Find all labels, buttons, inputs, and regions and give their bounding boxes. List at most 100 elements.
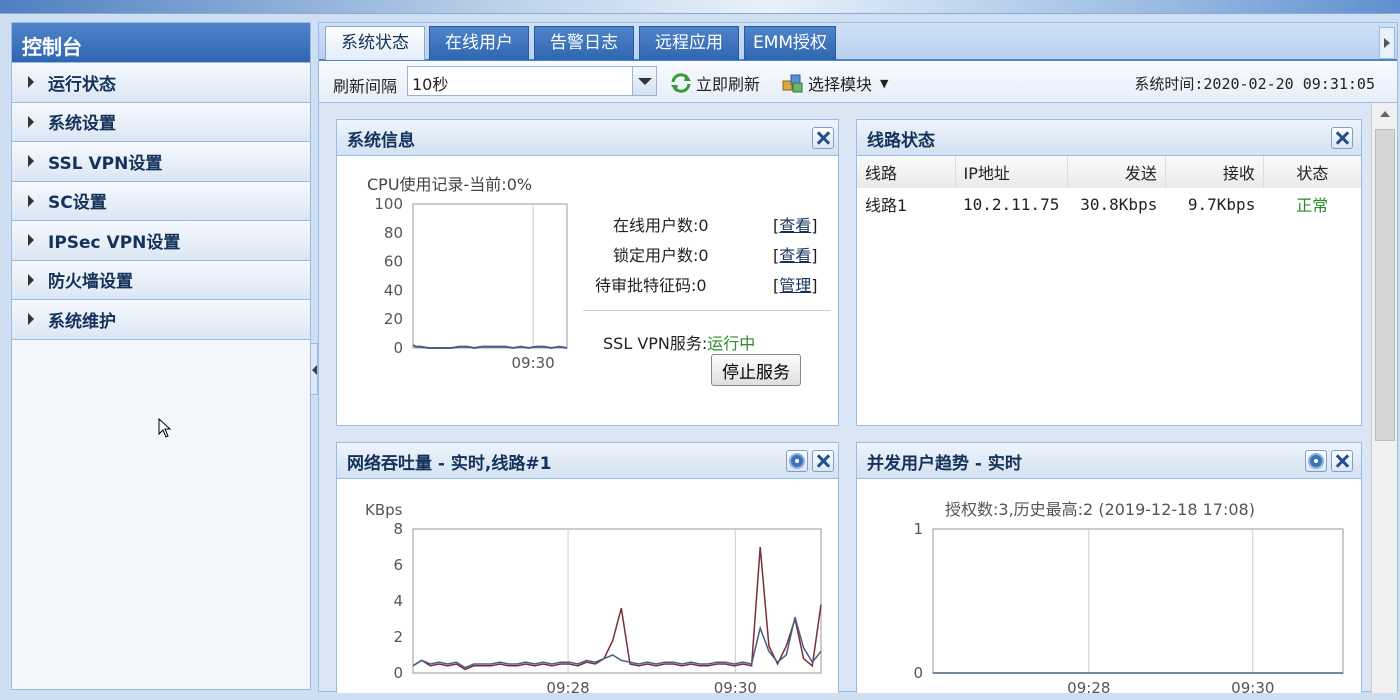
panel-title: 并发用户趋势 - 实时 [857,443,1361,479]
scroll-up-button[interactable] [1372,103,1397,127]
cpu-chart: CPU使用记录-当前:0% 0 20 40 60 80 100 09:30 [367,175,568,370]
y-tick-label: 6 [393,556,403,574]
chart-plot-frame [932,528,1344,674]
panel-title: 网络吞吐量 - 实时,线路#1 [337,443,838,479]
system-info-title: 系统信息 [347,131,415,151]
line-status-table: 线路 IP地址 发送 接收 状态 线路1 10.2.11.75 30.8Kbps… [857,156,1361,220]
sidebar-item-run-status[interactable]: 运行状态 [12,63,310,103]
system-info-panel: 系统信息 CPU使用记录-当前:0% 0 20 40 60 80 100 09:30 在线用… [336,119,839,426]
triangle-right-icon [28,273,34,286]
triangle-right-icon [28,115,34,128]
y-tick-label: 4 [393,592,403,610]
ssl-service-label: SSL VPN服务: [603,334,708,353]
table-header-row: 线路 IP地址 发送 接收 状态 [857,156,1361,188]
throughput-panel: 网络吞吐量 - 实时,线路#1 0 2 4 6 8 09:28 09:30 KBps [336,442,839,693]
sidebar: 控制台 运行状态 系统设置 SSL VPN设置 SC设置 IPSec VPN设置… [11,22,311,690]
pending-codes-link-wrap: [管理] [773,276,818,295]
tab-alarm-log[interactable]: 告警日志 [534,26,634,60]
sidebar-item-ipsec-vpn[interactable]: IPSec VPN设置 [12,221,310,261]
manage-pending-codes-link[interactable]: 管理 [779,276,811,295]
tab-emm-license[interactable]: EMM授权 [744,26,836,60]
triangle-right-icon [28,234,34,247]
sidebar-item-ssl-vpn[interactable]: SSL VPN设置 [12,142,310,182]
column-header[interactable]: 发送 [1067,156,1166,188]
main-panel: 系统状态 在线用户 告警日志 远程应用 EMM授权 刷新间隔 10秒 立即刷新 [318,22,1398,693]
table-row[interactable]: 线路1 10.2.11.75 30.8Kbps 9.7Kbps 正常 [857,188,1361,220]
system-time: 系统时间:2020-02-20 09:31:05 [1134,73,1375,94]
concurrent-users-chart: 授权数:3,历史最高:2 (2019-12-18 17:08) 0 1 09:28 0… [913,500,1344,693]
sidebar-item-firewall[interactable]: 防火墙设置 [12,260,310,300]
y-tick-label: 80 [384,224,403,242]
throughput-chart: 0 2 4 6 8 09:28 09:30 KBps [365,501,822,693]
y-tick-label: 8 [393,520,403,538]
locked-users-count: 锁定用户数:0 [613,246,709,265]
table-cell-line: 线路1 [865,196,908,215]
sidebar-item-label: SSL VPN设置 [48,153,163,174]
close-icon[interactable] [812,127,834,149]
tab-system-status[interactable]: 系统状态 [325,26,425,60]
sidebar-item-maintenance[interactable]: 系统维护 [12,300,310,340]
column-header[interactable]: 状态 [1263,156,1361,188]
y-tick-label: 100 [374,195,403,213]
refresh-icon [671,73,691,93]
gear-icon[interactable] [786,450,808,472]
tab-online-users[interactable]: 在线用户 [429,26,529,60]
stop-service-button[interactable]: 停止服务 [711,354,801,386]
column-header[interactable]: 线路 [857,156,956,188]
x-tick-label: 09:28 [1067,679,1110,693]
y-tick-label: 60 [384,253,403,271]
triangle-right-icon [28,76,34,89]
sidebar-title: 控制台 [12,23,310,63]
ssl-service-status-value: 运行中 [707,334,756,353]
chart-plot-frame [412,203,568,349]
column-header[interactable]: IP地址 [955,156,1068,188]
tab-bar: 系统状态 在线用户 告警日志 远程应用 EMM授权 [319,23,1397,61]
sidebar-collapse-handle[interactable] [310,343,318,395]
concurrent-users-panel: 并发用户趋势 - 实时 授权数:3,历史最高:2 (2019-12-18 17:… [856,442,1362,693]
table-cell-send: 30.8Kbps [1080,194,1158,214]
table-cell-status: 正常 [1296,196,1329,215]
refresh-interval-select[interactable]: 10秒 [407,66,657,96]
tab-scroll-right-button[interactable] [1379,27,1395,59]
scroll-thumb[interactable] [1375,129,1395,441]
online-users-link-wrap: [查看] [773,216,818,235]
line-status-title: 线路状态 [867,131,935,151]
x-tick-label: 09:28 [546,679,589,693]
tab-remote-apps[interactable]: 远程应用 [639,26,739,60]
sidebar-item-label: 运行状态 [48,74,116,95]
table-cell-recv: 9.7Kbps [1187,194,1256,214]
view-locked-users-link[interactable]: 查看 [779,246,811,265]
view-online-users-link[interactable]: 查看 [779,216,811,235]
sidebar-item-sc[interactable]: SC设置 [12,181,310,221]
refresh-now-button[interactable]: 立即刷新 [669,71,760,95]
select-module-button[interactable]: 选择模块 ▼ [781,71,888,95]
sidebar-item-label: IPSec VPN设置 [48,232,181,253]
dashboard-content: 系统信息 CPU使用记录-当前:0% 0 20 40 60 80 100 09:30 在线用… [319,103,1369,693]
y-tick-label: 20 [384,310,403,328]
panel-title: 线路状态 [857,120,1361,156]
refresh-interval-value: 10秒 [412,75,449,94]
cpu-chart-caption: CPU使用记录-当前:0% [367,175,532,194]
vertical-scrollbar[interactable] [1371,103,1397,693]
column-header[interactable]: 接收 [1165,156,1264,188]
y-tick-label: 40 [384,281,403,299]
pending-codes-count: 待审批特征码:0 [595,276,707,295]
triangle-right-icon [28,155,34,168]
y-tick-label: 1 [913,520,923,538]
sidebar-item-label: 系统维护 [48,311,116,332]
close-icon[interactable] [1331,127,1353,149]
sidebar-item-system-settings[interactable]: 系统设置 [12,102,310,142]
throughput-title: 网络吞吐量 - 实时,线路#1 [347,454,552,474]
y-tick-label: 0 [913,664,923,682]
refresh-interval-label: 刷新间隔 [333,77,398,96]
chevron-down-icon[interactable] [632,67,656,95]
close-icon[interactable] [812,450,834,472]
concurrent-users-title: 并发用户趋势 - 实时 [867,454,1022,474]
system-time-label: 系统时间: [1134,75,1204,93]
caret-down-icon: ▼ [880,76,889,90]
triangle-right-icon [28,313,34,326]
y-tick-label: 0 [393,664,403,682]
x-tick-label: 09:30 [512,354,555,370]
gear-icon[interactable] [1305,450,1327,472]
close-icon[interactable] [1331,450,1353,472]
